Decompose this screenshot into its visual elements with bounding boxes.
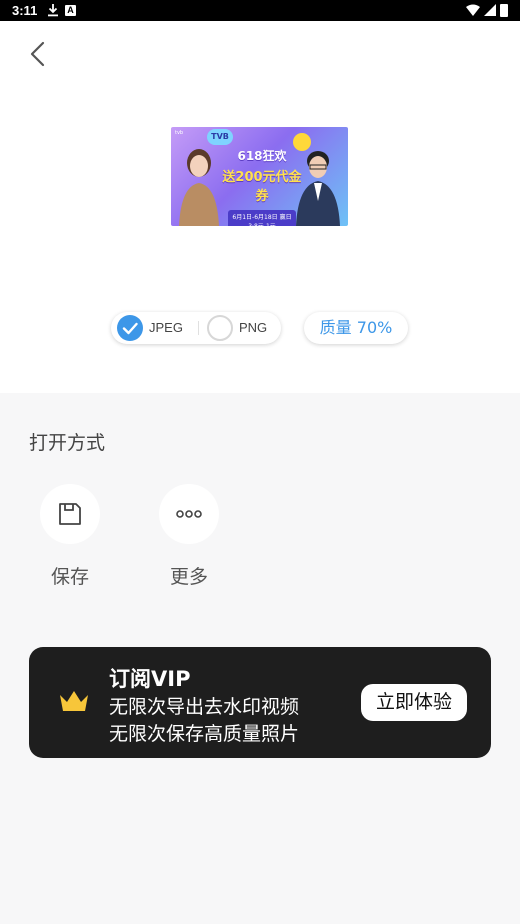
woman-figure [179, 149, 219, 226]
back-button[interactable] [24, 39, 52, 69]
more-icon [176, 510, 202, 518]
status-time: 3:11 [12, 3, 38, 18]
quality-button[interactable]: 质量 70% [304, 312, 408, 344]
banner-subtext: 6月1日-6月18日 赢日3·8元-1元 [228, 210, 296, 226]
crown-icon [60, 691, 88, 711]
more-action[interactable]: 更多 [149, 484, 229, 594]
save-button[interactable] [40, 484, 100, 544]
status-bar: 3:11 A [0, 0, 520, 21]
chevron-left-icon [30, 41, 45, 67]
vip-card[interactable]: 订阅VIP 无限次导出去水印视频 无限次保存高质量照片 立即体验 [29, 647, 491, 758]
checkbox-unchecked [207, 315, 233, 341]
save-icon [59, 503, 81, 525]
download-icon [48, 4, 58, 17]
banner-headline: 618狂欢 [237, 149, 287, 163]
battery-icon [500, 4, 508, 17]
vip-title: 订阅VIP [109, 667, 191, 691]
a-badge-icon: A [65, 5, 76, 16]
man-figure [296, 151, 340, 226]
wifi-icon [466, 4, 480, 16]
banner-mini-logo: tvb [175, 130, 184, 136]
signal-icon [484, 4, 496, 16]
format-option-png[interactable]: PNG [201, 312, 281, 344]
vip-benefit-2: 无限次保存高质量照片 [109, 723, 300, 745]
format-divider [198, 321, 199, 335]
check-icon [122, 322, 138, 335]
checkbox-checked [117, 315, 143, 341]
banner-offer: 送200元代金券 [222, 170, 302, 204]
format-label-png: PNG [239, 320, 268, 335]
open-with-title: 打开方式 [29, 432, 106, 454]
image-preview: tvb TVB 618狂欢 送200元代金券 6月1日-6月18日 赢日3·8元… [171, 127, 348, 226]
vip-benefit-1: 无限次导出去水印视频 [109, 696, 300, 718]
try-now-button[interactable]: 立即体验 [361, 684, 467, 721]
banner-text: 618狂欢 送200元代金券 6月1日-6月18日 赢日3·8元-1元 [219, 137, 305, 226]
save-action[interactable]: 保存 [30, 484, 110, 594]
format-selector: JPEG PNG [111, 312, 281, 344]
format-option-jpeg[interactable]: JPEG [111, 312, 196, 344]
format-label-jpeg: JPEG [149, 320, 183, 335]
save-label: 保存 [50, 566, 89, 588]
more-label: 更多 [169, 566, 208, 588]
more-button[interactable] [159, 484, 219, 544]
